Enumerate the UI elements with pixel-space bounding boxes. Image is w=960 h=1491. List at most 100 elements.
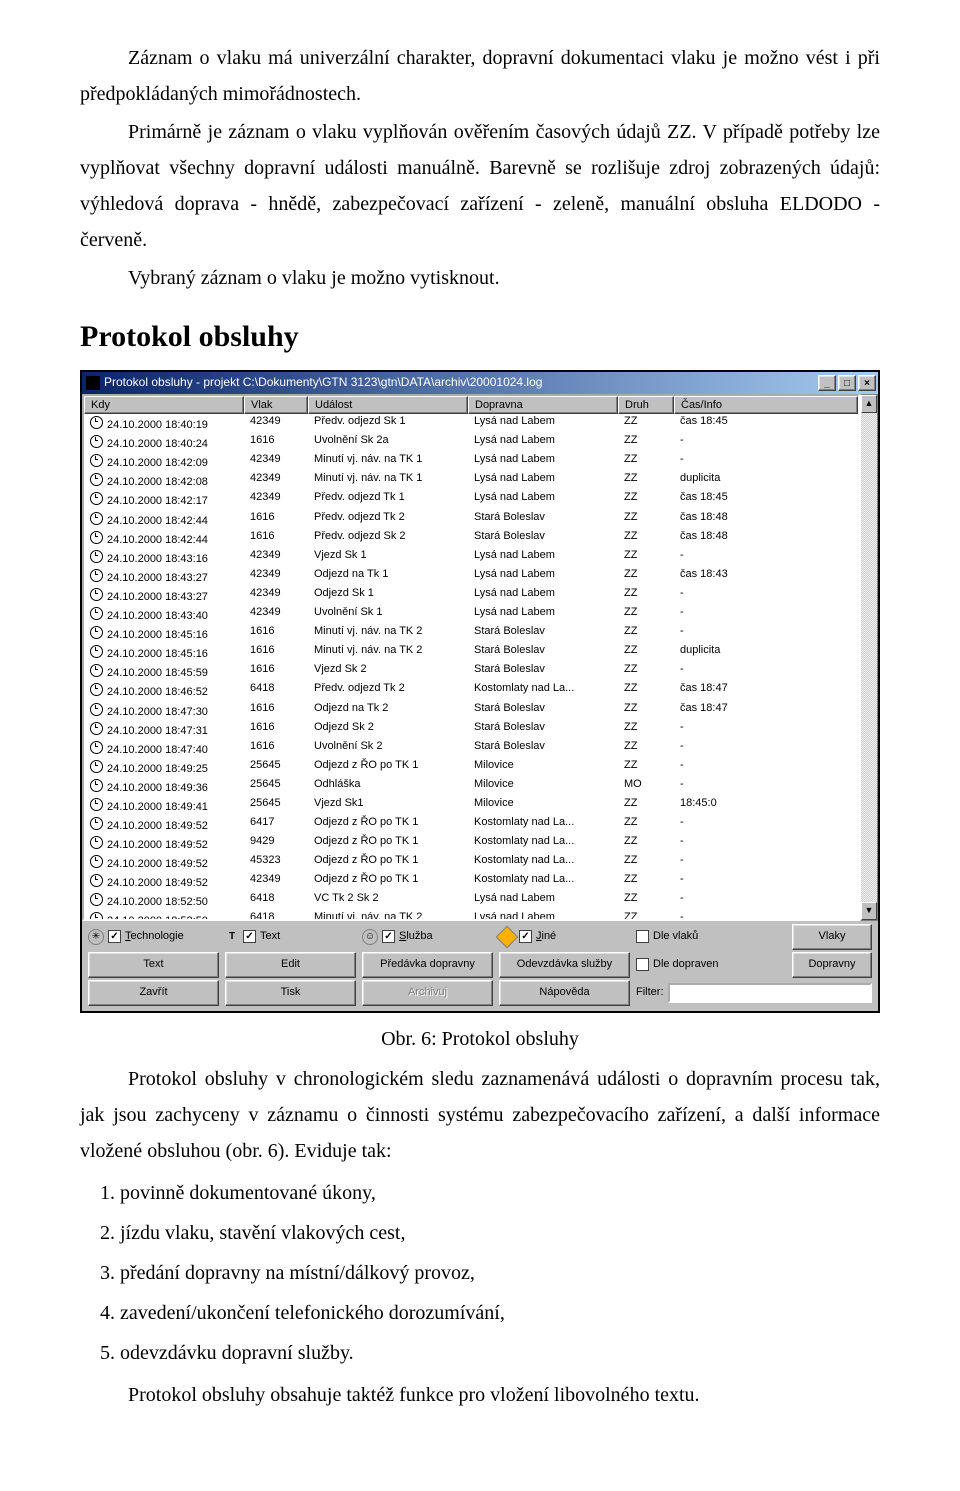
table-row[interactable]: 24.10.2000 18:47:401616Uvolnění Sk 2Star… (84, 739, 858, 758)
odevzdavka-button[interactable]: Odevzdávka služby (499, 952, 630, 978)
table-row[interactable]: 24.10.2000 18:40:1942349Předv. odjezd Sk… (84, 414, 858, 433)
table-cell: čas 18:48 (674, 510, 858, 529)
clock-icon (90, 473, 103, 486)
scroll-down-icon[interactable]: ▼ (861, 902, 877, 920)
table-row[interactable]: 24.10.2000 18:47:301616Odjezd na Tk 2Sta… (84, 701, 858, 720)
diamond-icon (496, 925, 519, 948)
technologie-checkbox[interactable]: ✳ Technologie (88, 929, 219, 945)
table-row[interactable]: 24.10.2000 18:47:311616Odjezd Sk 2Stará … (84, 720, 858, 739)
table-cell: - (674, 452, 858, 471)
col-cas[interactable]: Čas/Info (674, 396, 858, 414)
table-cell: ZZ (618, 662, 674, 681)
clock-icon (90, 836, 103, 849)
table-row[interactable]: 24.10.2000 18:42:0942349Minutí vj. náv. … (84, 452, 858, 471)
close-button[interactable]: × (858, 375, 876, 391)
table-cell: 42349 (244, 471, 308, 490)
table-cell: Minutí vj. náv. na TK 1 (308, 471, 468, 490)
table-cell: MO (618, 777, 674, 796)
table-cell: 24.10.2000 18:49:25 (84, 758, 244, 777)
dle-dopraven-checkbox[interactable]: Dle dopraven (636, 958, 786, 971)
edit-button[interactable]: Edit (225, 952, 356, 978)
table-cell: 1616 (244, 739, 308, 758)
table-cell: Odjezd Sk 2 (308, 720, 468, 739)
table-row[interactable]: 24.10.2000 18:49:3625645OdhláškaMilovice… (84, 777, 858, 796)
table-cell: ZZ (618, 815, 674, 834)
table-row[interactable]: 24.10.2000 18:42:0842349Minutí vj. náv. … (84, 471, 858, 490)
table-row[interactable]: 24.10.2000 18:42:441616Předv. odjezd Tk … (84, 510, 858, 529)
table-row[interactable]: 24.10.2000 18:49:5245323Odjezd z ŘO po T… (84, 853, 858, 872)
table-cell: 24.10.2000 18:42:09 (84, 452, 244, 471)
table-row[interactable]: 24.10.2000 18:45:591616Vjezd Sk 2Stará B… (84, 662, 858, 681)
predavka-button[interactable]: Předávka dopravny (362, 952, 493, 978)
table-cell: 1616 (244, 433, 308, 452)
col-vlak[interactable]: Vlak (244, 396, 308, 414)
clock-icon (90, 874, 103, 887)
table-cell: - (674, 911, 858, 919)
maximize-button[interactable]: □ (838, 375, 856, 391)
table-cell: Lysá nad Labem (468, 567, 618, 586)
col-kdy[interactable]: Kdy (84, 396, 244, 414)
table-row[interactable]: 24.10.2000 18:42:1742349Předv. odjezd Tk… (84, 490, 858, 509)
filter-label: Filter: (636, 986, 664, 998)
filter-input[interactable] (668, 983, 873, 1003)
list-item: odevzdávku dopravní služby. (120, 1335, 880, 1371)
text-button[interactable]: Text (88, 952, 219, 978)
filter-field[interactable]: Filter: (636, 983, 872, 1003)
table-row[interactable]: 24.10.2000 18:43:2742349Odjezd Sk 1Lysá … (84, 586, 858, 605)
dopravny-button[interactable]: Dopravny (792, 952, 872, 978)
table-cell: 24.10.2000 18:42:17 (84, 490, 244, 509)
checkbox-icon (519, 930, 532, 943)
table-cell: Stará Boleslav (468, 643, 618, 662)
table-row[interactable]: 24.10.2000 18:43:1642349Vjezd Sk 1Lysá n… (84, 548, 858, 567)
table-cell: Stará Boleslav (468, 624, 618, 643)
table-cell: 24.10.2000 18:45:16 (84, 624, 244, 643)
clock-icon (90, 741, 103, 754)
table-cell: 24.10.2000 18:49:36 (84, 777, 244, 796)
clock-icon (90, 912, 103, 919)
window-titlebar[interactable]: Protokol obsluhy - projekt C:\Dokumenty\… (82, 372, 878, 394)
col-druh[interactable]: Druh (618, 396, 674, 414)
col-dopravna[interactable]: Dopravna (468, 396, 618, 414)
table-row[interactable]: 24.10.2000 18:52:506418Minutí vj. náv. n… (84, 911, 858, 919)
vertical-scrollbar[interactable]: ▲ ▼ (860, 394, 878, 921)
archivuj-button[interactable]: Archivuj (362, 980, 493, 1006)
table-cell: 1616 (244, 624, 308, 643)
table-cell: - (674, 605, 858, 624)
table-row[interactable]: 24.10.2000 18:49:4125645Vjezd Sk1Milovic… (84, 796, 858, 815)
napoveda-button[interactable]: Nápověda (499, 980, 630, 1006)
table-cell: Minutí vj. náv. na TK 1 (308, 452, 468, 471)
table-row[interactable]: 24.10.2000 18:40:241616Uvolnění Sk 2aLys… (84, 433, 858, 452)
table-cell: 24.10.2000 18:45:59 (84, 662, 244, 681)
clock-icon (90, 683, 103, 696)
table-row[interactable]: 24.10.2000 18:49:5242349Odjezd z ŘO po T… (84, 872, 858, 891)
table-row[interactable]: 24.10.2000 18:42:441616Předv. odjezd Sk … (84, 529, 858, 548)
table-cell: ZZ (618, 510, 674, 529)
table-row[interactable]: 24.10.2000 18:43:4042349Uvolnění Sk 1Lys… (84, 605, 858, 624)
table-row[interactable]: 24.10.2000 18:46:526418Předv. odjezd Tk … (84, 681, 858, 700)
scroll-up-icon[interactable]: ▲ (861, 395, 877, 413)
tisk-button[interactable]: Tisk (225, 980, 356, 1006)
table-cell: - (674, 872, 858, 891)
table-row[interactable]: 24.10.2000 18:49:529429Odjezd z ŘO po TK… (84, 834, 858, 853)
zavrit-button[interactable]: Zavřít (88, 980, 219, 1006)
sluzba-checkbox[interactable]: ☺ Služba (362, 929, 493, 945)
jine-checkbox[interactable]: Jiné (499, 929, 630, 945)
table-cell: 24.10.2000 18:49:41 (84, 796, 244, 815)
table-row[interactable]: 24.10.2000 18:45:161616Minutí vj. náv. n… (84, 624, 858, 643)
clock-icon (90, 512, 103, 525)
table-row[interactable]: 24.10.2000 18:52:506418VC Tk 2 Sk 2Lysá … (84, 891, 858, 910)
table-cell: - (674, 758, 858, 777)
table-row[interactable]: 24.10.2000 18:45:161616Minutí vj. náv. n… (84, 643, 858, 662)
table-row[interactable]: 24.10.2000 18:49:526417Odjezd z ŘO po TK… (84, 815, 858, 834)
table-cell: 1616 (244, 643, 308, 662)
table-cell: Stará Boleslav (468, 529, 618, 548)
minimize-button[interactable]: _ (818, 375, 836, 391)
text-checkbox[interactable]: T Text (225, 930, 356, 944)
vlaky-button[interactable]: Vlaky (792, 924, 872, 950)
checkbox-label: Jiné (536, 930, 556, 942)
table-cell: Odhláška (308, 777, 468, 796)
table-row[interactable]: 24.10.2000 18:43:2742349Odjezd na Tk 1Ly… (84, 567, 858, 586)
col-udalost[interactable]: Událost (308, 396, 468, 414)
dle-vlaku-checkbox[interactable]: Dle vlaků (636, 930, 786, 943)
table-row[interactable]: 24.10.2000 18:49:2525645Odjezd z ŘO po T… (84, 758, 858, 777)
